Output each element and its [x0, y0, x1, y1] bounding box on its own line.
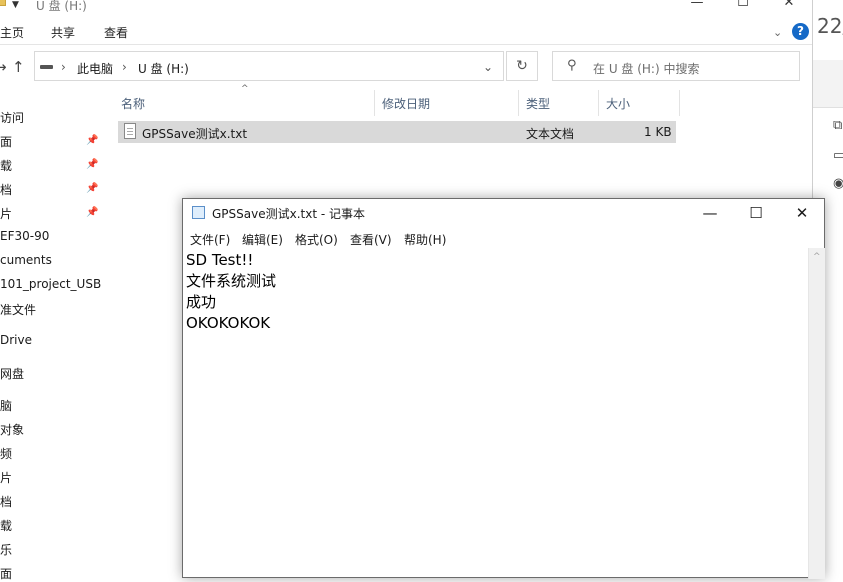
- sidebar-item-onedrive[interactable]: Drive: [0, 333, 32, 347]
- address-dropdown-icon[interactable]: ⌄: [483, 60, 493, 74]
- text-line: SD Test!!: [186, 251, 254, 269]
- breadcrumb-this-pc[interactable]: 此电脑: [77, 60, 113, 77]
- text-line: OKOKOKOK: [186, 314, 271, 332]
- sidebar-item-project-usb[interactable]: 101_project_USB: [0, 277, 101, 291]
- notepad-close-button[interactable]: ✕: [779, 202, 825, 226]
- help-button[interactable]: ?: [792, 23, 809, 40]
- sidebar-item-ef30-90[interactable]: EF30-90: [0, 229, 49, 243]
- notepad-text-area[interactable]: SD Test!! 文件系统测试 成功 OKOKOKOK: [183, 248, 808, 579]
- explorer-maximize-button[interactable]: ☐: [720, 0, 766, 14]
- vertical-scrollbar[interactable]: ^: [808, 248, 825, 579]
- explorer-title-bar: ▼ U 盘 (H:) — ☐ ✕: [0, 0, 812, 14]
- ribbon-tab-view[interactable]: 查看: [104, 24, 128, 41]
- sidebar-item-desktop-pc[interactable]: 面: [0, 565, 12, 582]
- column-divider[interactable]: [598, 90, 599, 116]
- pin-icon: 📌: [86, 135, 99, 146]
- explorer-minimize-button[interactable]: —: [674, 0, 720, 14]
- forward-arrow-icon[interactable]: →: [0, 58, 7, 76]
- sidebar-item-this-pc[interactable]: 脑: [0, 397, 12, 414]
- file-type: 文本文档: [526, 127, 575, 141]
- refresh-button[interactable]: ↻: [506, 51, 538, 81]
- file-name[interactable]: GPSSave测试x.txt: [142, 125, 247, 142]
- column-header-type[interactable]: 类型: [526, 95, 550, 112]
- sidebar-item-documents-pc[interactable]: 档: [0, 493, 12, 510]
- breadcrumb-separator-icon: ›: [122, 60, 127, 74]
- address-bar[interactable]: › 此电脑 › U 盘 (H:) ⌄: [34, 51, 504, 81]
- text-line: 文件系统测试: [186, 272, 277, 290]
- menu-help[interactable]: 帮助(H): [404, 231, 446, 248]
- ribbon-tab-home[interactable]: 主页: [0, 24, 24, 41]
- menu-format[interactable]: 格式(O): [295, 231, 338, 248]
- column-divider[interactable]: [374, 90, 375, 116]
- background-date-text: 22/: [817, 14, 843, 38]
- ribbon-divider: [0, 44, 812, 45]
- notepad-window-title: GPSSave测试x.txt - 记事本: [212, 207, 365, 221]
- menu-file[interactable]: 文件(F): [190, 231, 230, 248]
- sidebar-item-quick-access[interactable]: 访问: [0, 109, 24, 126]
- eye-icon: ◉: [833, 176, 843, 191]
- breadcrumb-u-drive[interactable]: U 盘 (H:): [138, 60, 189, 77]
- sidebar-item-documents[interactable]: 档: [0, 181, 12, 198]
- column-divider[interactable]: [518, 90, 519, 116]
- sidebar-item-music[interactable]: 乐: [0, 541, 12, 558]
- sort-ascending-icon: ^: [241, 84, 249, 94]
- notepad-icon: [192, 206, 205, 219]
- search-input[interactable]: ⚲ 在 U 盘 (H:) 中搜索: [552, 51, 800, 81]
- up-arrow-icon[interactable]: ↑: [12, 58, 25, 76]
- notepad-maximize-button[interactable]: ☐: [733, 202, 779, 226]
- quick-access-dropdown-icon[interactable]: ▼: [12, 0, 19, 10]
- drive-icon: [40, 65, 53, 69]
- layout-icon: ▭: [833, 148, 843, 163]
- sidebar-item-downloads-pc[interactable]: 载: [0, 517, 12, 534]
- sidebar-item-netdisk[interactable]: 网盘: [0, 365, 24, 382]
- background-toolbar: [813, 60, 843, 108]
- file-size: 1 KB: [644, 125, 672, 139]
- column-header-modified[interactable]: 修改日期: [382, 95, 430, 112]
- pin-icon: 📌: [86, 183, 99, 194]
- notepad-minimize-button[interactable]: —: [687, 202, 733, 226]
- copy-icon: ⧉: [833, 118, 843, 133]
- explorer-close-button[interactable]: ✕: [766, 0, 812, 14]
- sidebar-item-3d-objects[interactable]: 对象: [0, 421, 24, 438]
- sidebar-item-documents-folder[interactable]: cuments: [0, 253, 52, 267]
- ribbon-tab-share[interactable]: 共享: [51, 24, 75, 41]
- explorer-window-title: U 盘 (H:): [36, 0, 87, 13]
- menu-view[interactable]: 查看(V): [350, 231, 392, 248]
- text-line: 成功: [186, 293, 217, 311]
- menu-edit[interactable]: 编辑(E): [242, 231, 283, 248]
- sidebar-item-downloads[interactable]: 载: [0, 157, 12, 174]
- sidebar-item-videos[interactable]: 频: [0, 445, 12, 462]
- column-header-name[interactable]: 名称: [121, 95, 145, 112]
- scroll-up-icon[interactable]: ^: [813, 252, 821, 262]
- sidebar-item-pictures[interactable]: 片: [0, 205, 12, 222]
- folder-icon: [0, 0, 6, 6]
- sidebar-item-standard-files[interactable]: 准文件: [0, 301, 36, 318]
- ribbon-expand-icon[interactable]: ⌄: [773, 26, 782, 39]
- sidebar-item-desktop[interactable]: 面: [0, 133, 12, 150]
- file-row[interactable]: GPSSave测试x.txt 文本文档 1 KB: [118, 121, 676, 143]
- search-placeholder: 在 U 盘 (H:) 中搜索: [593, 62, 700, 76]
- pin-icon: 📌: [86, 207, 99, 218]
- notepad-window: GPSSave测试x.txt - 记事本 — ☐ ✕ 文件(F) 编辑(E) 格…: [182, 198, 825, 579]
- sidebar-item-pictures-pc[interactable]: 片: [0, 469, 12, 486]
- text-file-icon: [124, 123, 136, 139]
- pin-icon: 📌: [86, 159, 99, 170]
- column-header-size[interactable]: 大小: [606, 95, 630, 112]
- breadcrumb-separator-icon: ›: [61, 60, 66, 74]
- search-icon: ⚲: [567, 58, 577, 73]
- column-divider[interactable]: [679, 90, 680, 116]
